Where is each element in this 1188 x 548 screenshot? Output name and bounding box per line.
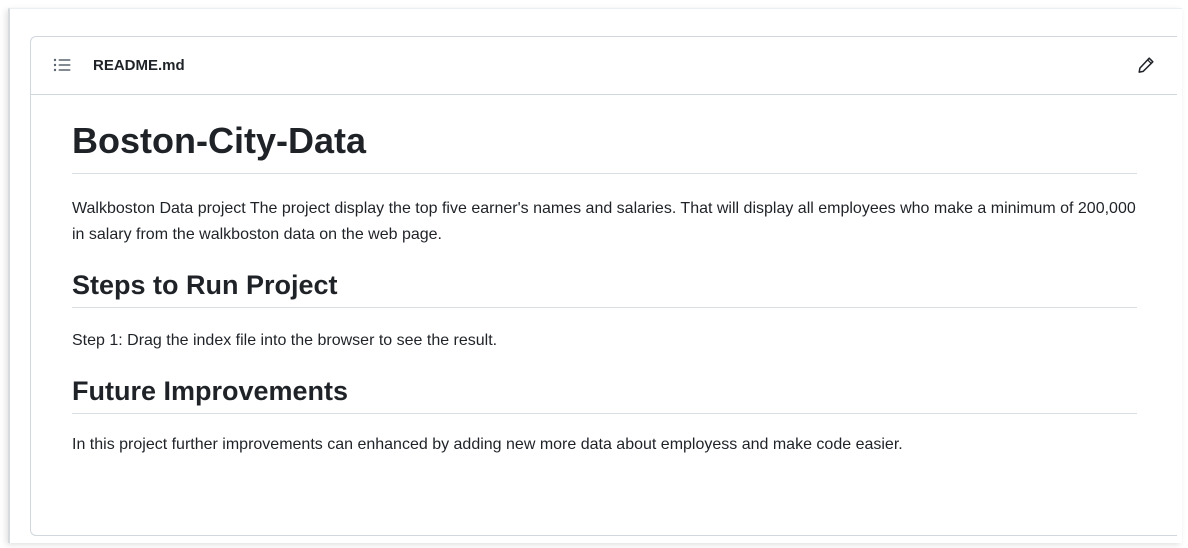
- heading-steps-to-run: Steps to Run Project: [72, 248, 1137, 308]
- readme-file-name[interactable]: README.md: [93, 57, 185, 75]
- readme-header: README.md: [31, 37, 1177, 95]
- pencil-icon[interactable]: [1137, 56, 1155, 74]
- heading-future-improvements: Future Improvements: [72, 354, 1137, 414]
- readme-content: Boston-City-Data Walkboston Data project…: [72, 95, 1137, 458]
- readme-panel: README.md Boston-City-Data Walkboston Da…: [30, 36, 1177, 536]
- readme-title: Boston-City-Data: [72, 95, 1137, 174]
- intro-paragraph: Walkboston Data project The project disp…: [72, 200, 1136, 243]
- improvements-paragraph: In this project further improvements can…: [72, 436, 903, 453]
- list-outline-icon[interactable]: [53, 57, 71, 73]
- steps-paragraph: Step 1: Drag the index file into the bro…: [72, 332, 498, 349]
